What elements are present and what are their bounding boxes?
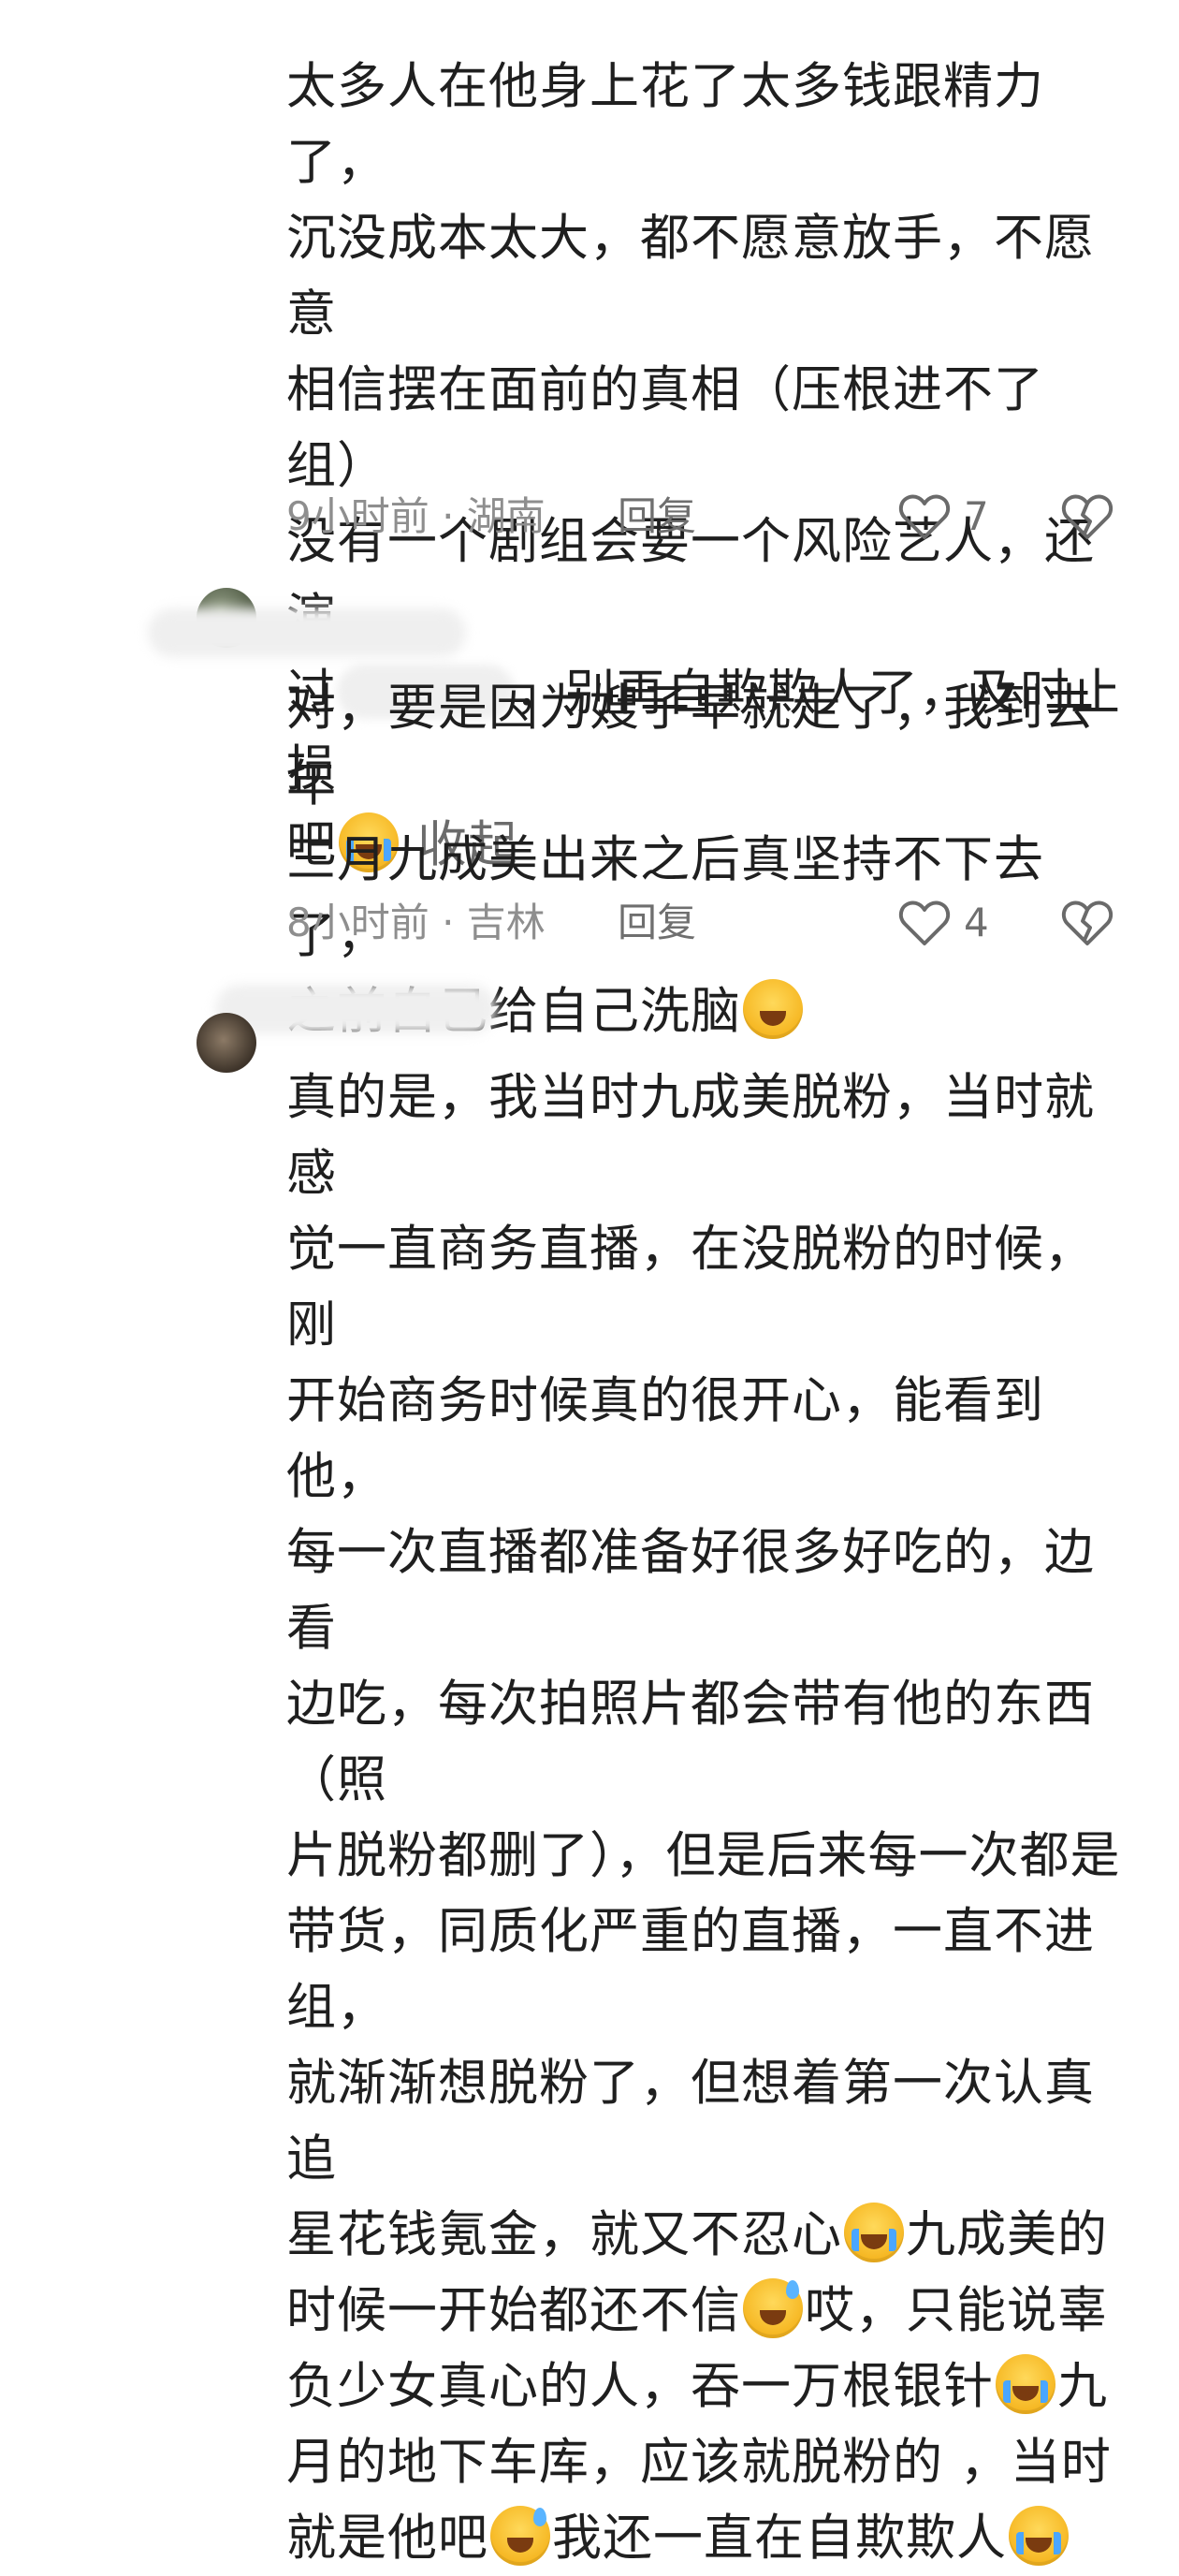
text-line: 九成美的 [906,2206,1108,2263]
timestamp-location: 9小时前 · 湖南 [286,493,546,539]
comment-body: 真的是，我当时九成美脱粉，当时就感 觉一直商务直播，在没脱粉的时候，刚 开始商务… [286,1060,1128,2576]
text-line: 哎，只能说辜 [805,2282,1108,2339]
heart-outline-icon[interactable] [898,899,951,947]
comment-meta: 8小时前 · 吉林 回复 4 [286,895,1128,951]
text-line: 边吃，每次拍照片都会带有他的东西（照 [286,1676,1095,1808]
text-line: 真的是，我当时九成美脱粉，当时就感 [286,1069,1095,1202]
comment-meta: 9小时前 · 湖南 回复 7 [286,489,1128,545]
heart-outline-icon[interactable] [898,492,951,541]
holding-back-tears-emoji [996,2354,1055,2414]
text-line: 片脱粉都删了），但是后来每一次都是 [286,1827,1121,1884]
reply-button[interactable]: 回复 [618,489,696,545]
like-count: 4 [964,900,989,945]
like-count: 7 [964,493,989,539]
timestamp-location: 8小时前 · 吉林 [286,900,546,945]
text-line: 太多人在他身上花了太多钱跟精力了， [286,58,1044,191]
text-line: 相信摆在面前的真相（压根进不了组） [286,361,1044,494]
text-line: 开始商务时候真的很开心，能看到他， [286,1372,1044,1505]
text-line: 就是他吧 [286,2510,488,2567]
grinning-sweat-emoji [743,2278,803,2338]
text-line: 时候一开始都还不信 [286,2282,741,2339]
broken-heart-icon[interactable] [1061,492,1114,541]
avatar[interactable] [196,1013,256,1073]
text-line: 负少女真心的人，吞一万根银针 [286,2358,994,2415]
text-line: 月的地下车库，应该就脱粉的 ，当时 [286,2434,1112,2491]
reply-button[interactable]: 回复 [618,895,696,951]
username-blurred[interactable] [148,608,466,657]
text-line: 每一次直播都准备好很多好吃的，边看 [286,1524,1095,1657]
text-line: 沉没成本太大，都不愿意放手，不愿意 [286,210,1095,343]
broken-heart-icon[interactable] [1061,899,1114,947]
holding-back-tears-emoji [743,979,803,1039]
text-line: 带货，同质化严重的直播，一直不进组， [286,1903,1095,2036]
loudly-crying-face-emoji [1009,2506,1069,2566]
text-line: 觉一直商务直播，在没脱粉的时候，刚 [286,1221,1095,1354]
text-line: 就渐渐想脱粉了，但想着第一次认真追 [286,2055,1095,2188]
text-line: 对，要是因为嫂子早就走了，我到去年 [286,680,1095,812]
grinning-sweat-emoji [490,2506,550,2566]
holding-back-tears-emoji [844,2203,904,2262]
username-blurred[interactable] [215,985,496,1033]
text-line: 星花钱氪金，就又不忍心 [286,2206,842,2263]
text-line: 我还一直在自欺欺人 [552,2510,1007,2567]
text-line: 九 [1057,2358,1108,2415]
